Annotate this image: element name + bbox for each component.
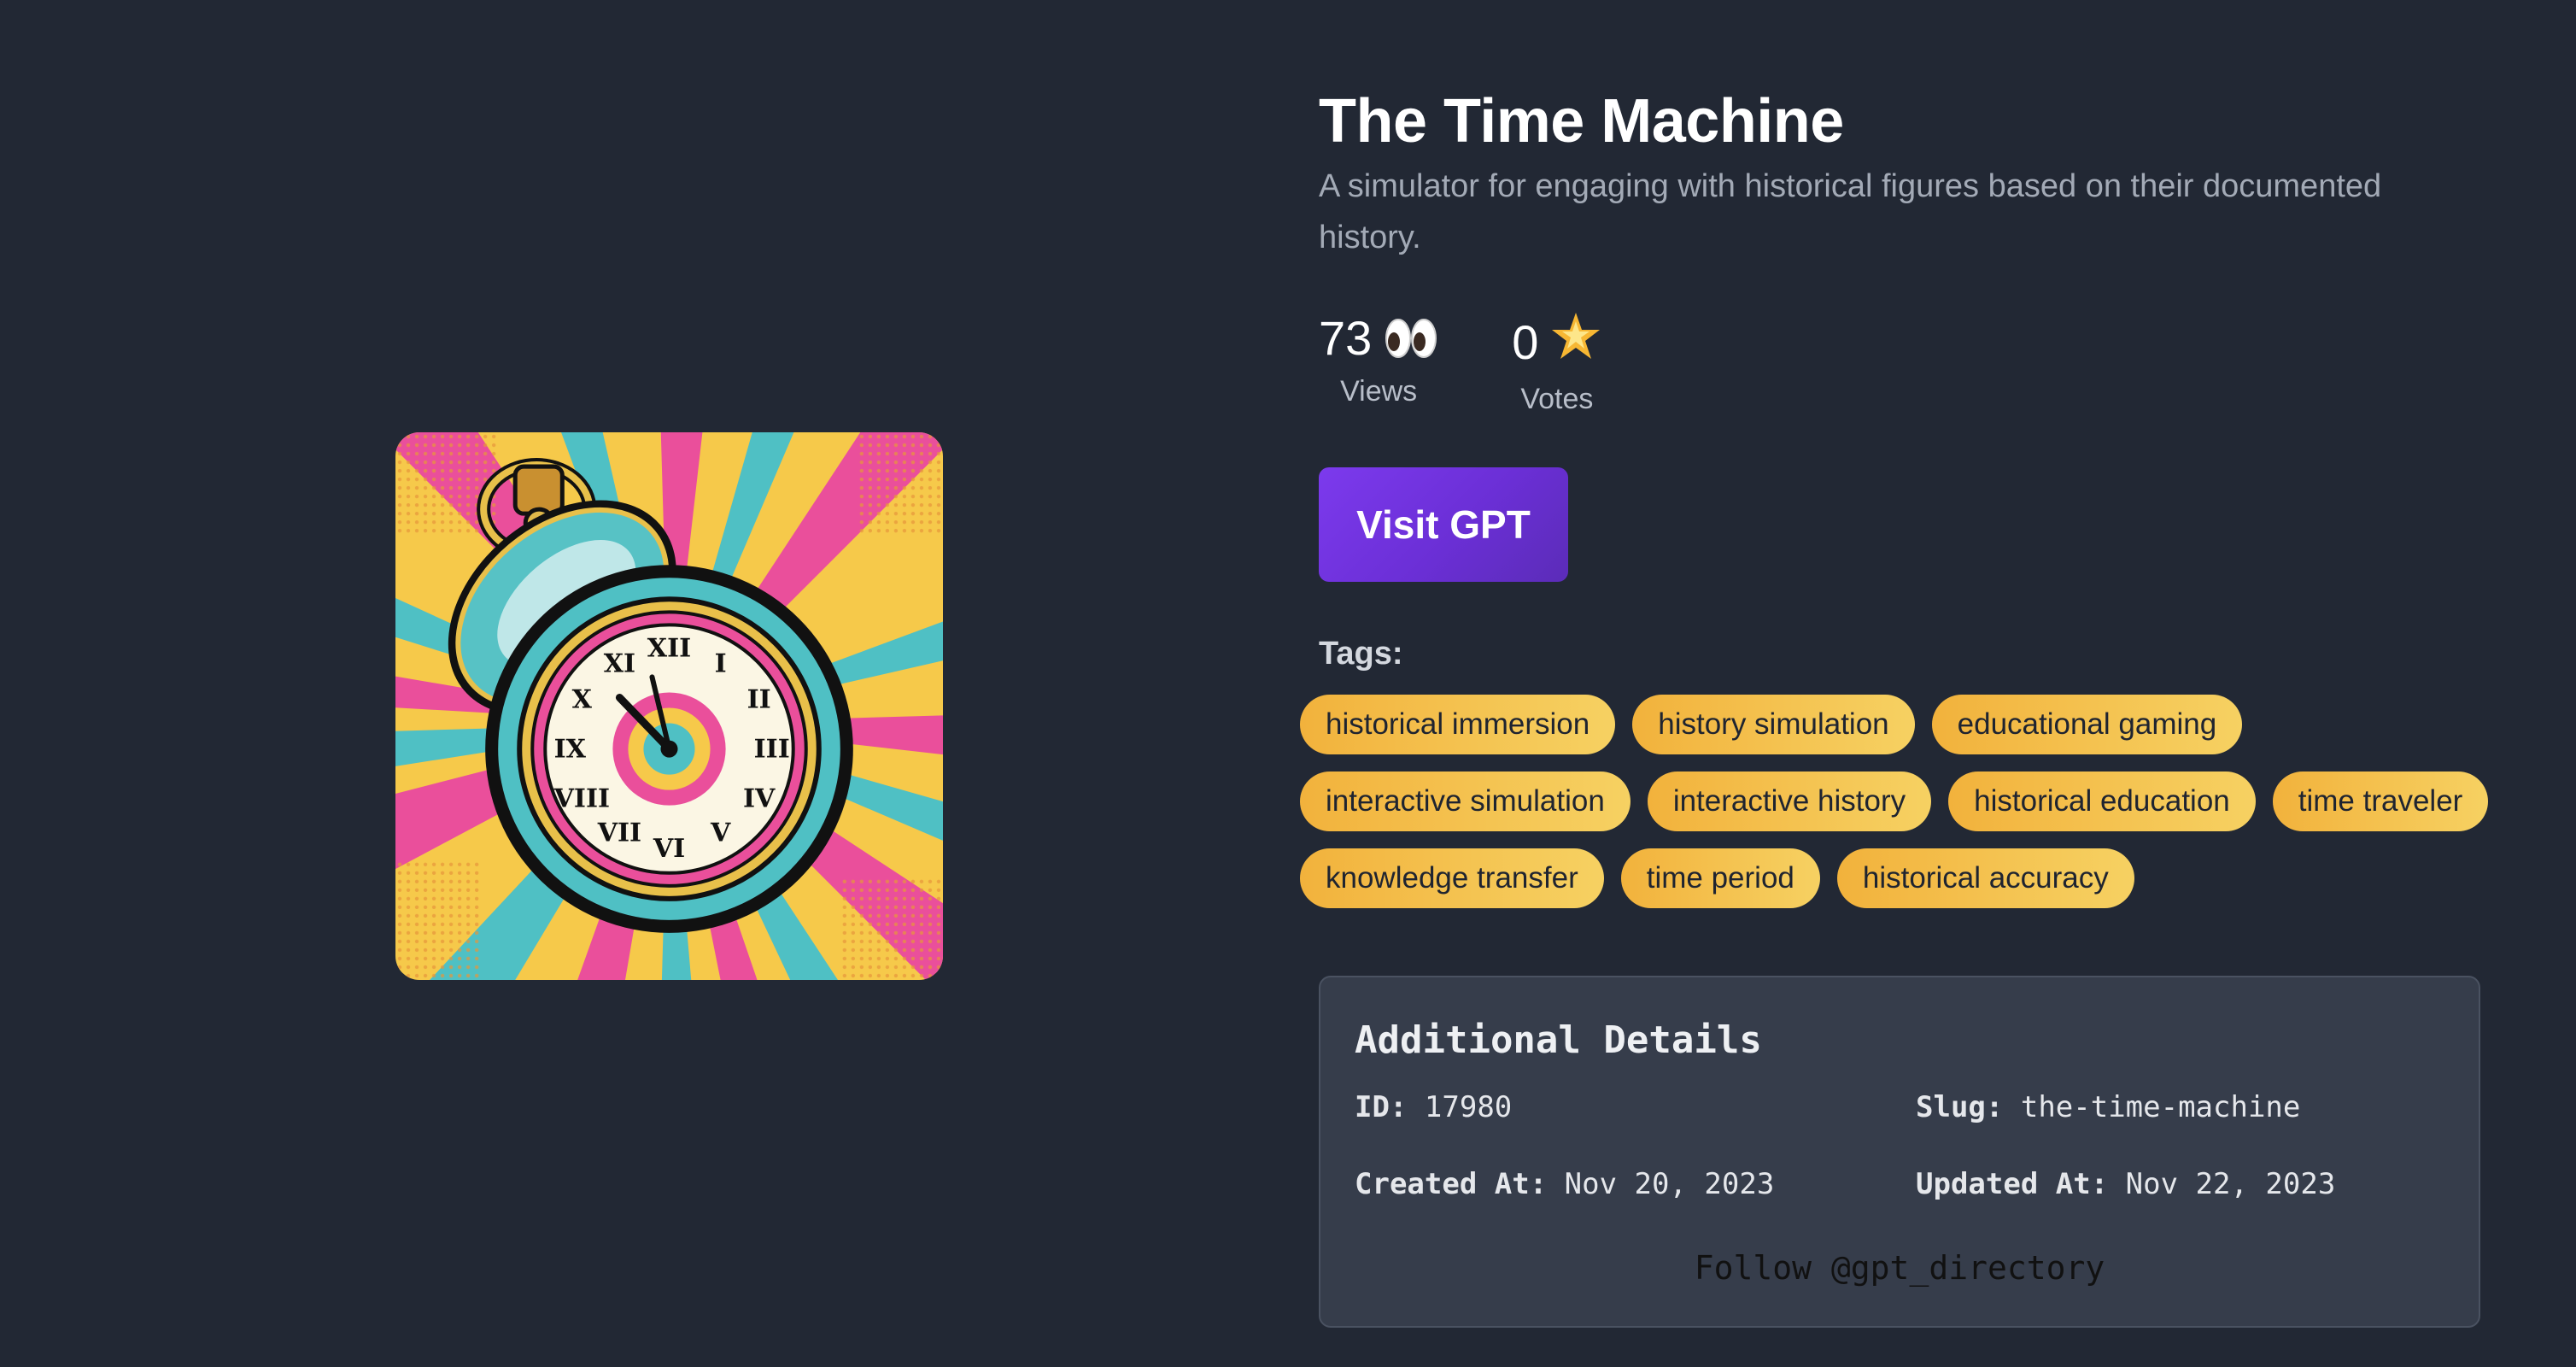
svg-text:VI: VI — [653, 834, 685, 864]
tag-chip[interactable]: interactive history — [1647, 772, 1932, 831]
votes-count: 0 — [1512, 314, 1539, 369]
updated-at-label: Updated At: — [1916, 1167, 2109, 1201]
svg-text:III: III — [754, 735, 790, 765]
created-at-field: Created At: Nov 20, 2023 — [1355, 1167, 1774, 1201]
created-at-value: Nov 20, 2023 — [1564, 1167, 1775, 1201]
slug-field: Slug: the-time-machine — [1916, 1090, 2300, 1124]
id-label: ID: — [1355, 1090, 1408, 1124]
svg-text:X: X — [572, 685, 593, 715]
svg-text:II: II — [747, 685, 771, 715]
updated-at-field: Updated At: Nov 22, 2023 — [1916, 1167, 2335, 1201]
tag-chip[interactable]: knowledge transfer — [1300, 848, 1604, 908]
tags-heading: Tags: — [1319, 636, 1403, 672]
gpt-info-panel: The Time Machine A simulator for engagin… — [1300, 82, 2489, 908]
follow-link[interactable]: Follow @gpt_directory — [1320, 1249, 2479, 1287]
svg-text:VIII: VIII — [553, 784, 610, 814]
svg-text:IV: IV — [743, 784, 776, 814]
tag-chip[interactable]: time period — [1620, 848, 1820, 908]
tag-chip[interactable]: historical accuracy — [1836, 848, 2134, 908]
details-title: Additional Details — [1355, 1018, 1762, 1062]
star-icon — [1550, 311, 1601, 373]
svg-text:VII: VII — [597, 818, 641, 848]
slug-label: Slug: — [1916, 1090, 2004, 1124]
updated-at-value: Nov 22, 2023 — [2125, 1167, 2336, 1201]
gpt-pocket-watch-image: XII I II III IV V VI VII VIII IX X XI — [395, 432, 943, 980]
svg-text:V: V — [710, 818, 731, 848]
created-at-label: Created At: — [1355, 1167, 1548, 1201]
tag-chip[interactable]: historical education — [1948, 772, 2256, 831]
stats-row: 73 Views 0 Votes — [1319, 311, 2480, 418]
votes-label: Votes — [1520, 383, 1594, 415]
additional-details-card: Additional Details ID: 17980 Slug: the-t… — [1319, 976, 2480, 1328]
tag-list: historical immersion history simulation … — [1300, 695, 2513, 908]
id-field: ID: 17980 — [1355, 1090, 1512, 1124]
views-stat: 73 Views — [1319, 311, 1438, 418]
votes-stat: 0 Votes — [1512, 311, 1601, 418]
views-label: Views — [1340, 375, 1418, 408]
tag-chip[interactable]: historical immersion — [1300, 695, 1616, 754]
tag-chip[interactable]: educational gaming — [1931, 695, 2243, 754]
views-count: 73 — [1319, 311, 1373, 365]
tag-chip[interactable]: time traveler — [2272, 772, 2489, 831]
eyes-icon — [1384, 316, 1438, 361]
tag-chip[interactable]: history simulation — [1632, 695, 1915, 754]
gpt-title: The Time Machine — [1319, 87, 1844, 155]
gpt-description: A simulator for engaging with historical… — [1319, 168, 2382, 255]
gpt-detail-page: XII I II III IV V VI VII VIII IX X XI Th… — [0, 0, 2576, 1367]
tag-chip[interactable]: interactive simulation — [1300, 772, 1630, 831]
svg-text:XII: XII — [647, 633, 691, 663]
slug-value: the-time-machine — [2020, 1090, 2301, 1124]
visit-gpt-button[interactable]: Visit GPT — [1319, 467, 1568, 582]
id-value: 17980 — [1424, 1090, 1513, 1124]
svg-text:XI: XI — [604, 648, 635, 678]
svg-text:IX: IX — [554, 735, 587, 765]
svg-text:I: I — [715, 648, 727, 678]
